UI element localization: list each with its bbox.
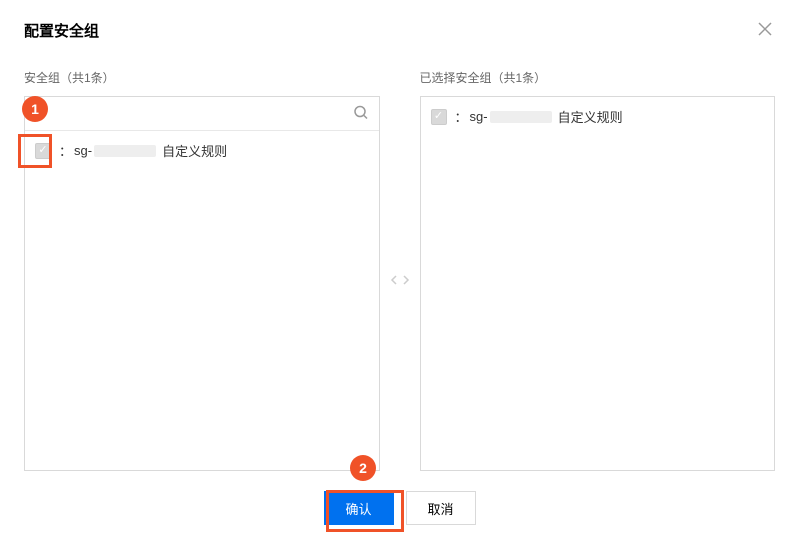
transfer-panels: 安全组（共1条） ： s [24,69,775,471]
transfer-arrow-icon [380,273,420,287]
item-text: ： sg- 自定义规则 [59,141,227,160]
redacted-id [490,111,552,123]
available-panel-label: 安全组（共1条） [24,69,380,86]
selected-list: ： sg- 自定义规则 [421,97,775,470]
dialog-title: 配置安全组 [24,20,775,41]
close-icon [758,22,772,36]
list-item[interactable]: ： sg- 自定义规则 [25,131,379,170]
search-input[interactable] [25,97,379,130]
confirm-button[interactable]: 确认 [324,491,394,525]
available-panel: 安全组（共1条） ： s [24,69,380,471]
item-text: ： sg- 自定义规则 [455,107,623,126]
cancel-button[interactable]: 取消 [406,491,476,525]
dialog-footer: 确认 取消 [24,491,775,525]
selected-panel-label: 已选择安全组（共1条） [420,69,776,86]
selected-panel: 已选择安全组（共1条） ： sg- 自定义规则 [420,69,776,471]
available-list: ： sg- 自定义规则 [25,131,379,470]
dialog-container: 配置安全组 安全组（共1条） [0,0,799,545]
checkbox[interactable] [431,109,447,125]
list-item[interactable]: ： sg- 自定义规则 [421,97,775,136]
search-wrap [25,97,379,131]
redacted-id [94,145,156,157]
available-panel-box: ： sg- 自定义规则 [24,96,380,471]
close-button[interactable] [755,20,775,40]
selected-panel-box: ： sg- 自定义规则 [420,96,776,471]
checkbox[interactable] [35,143,51,159]
